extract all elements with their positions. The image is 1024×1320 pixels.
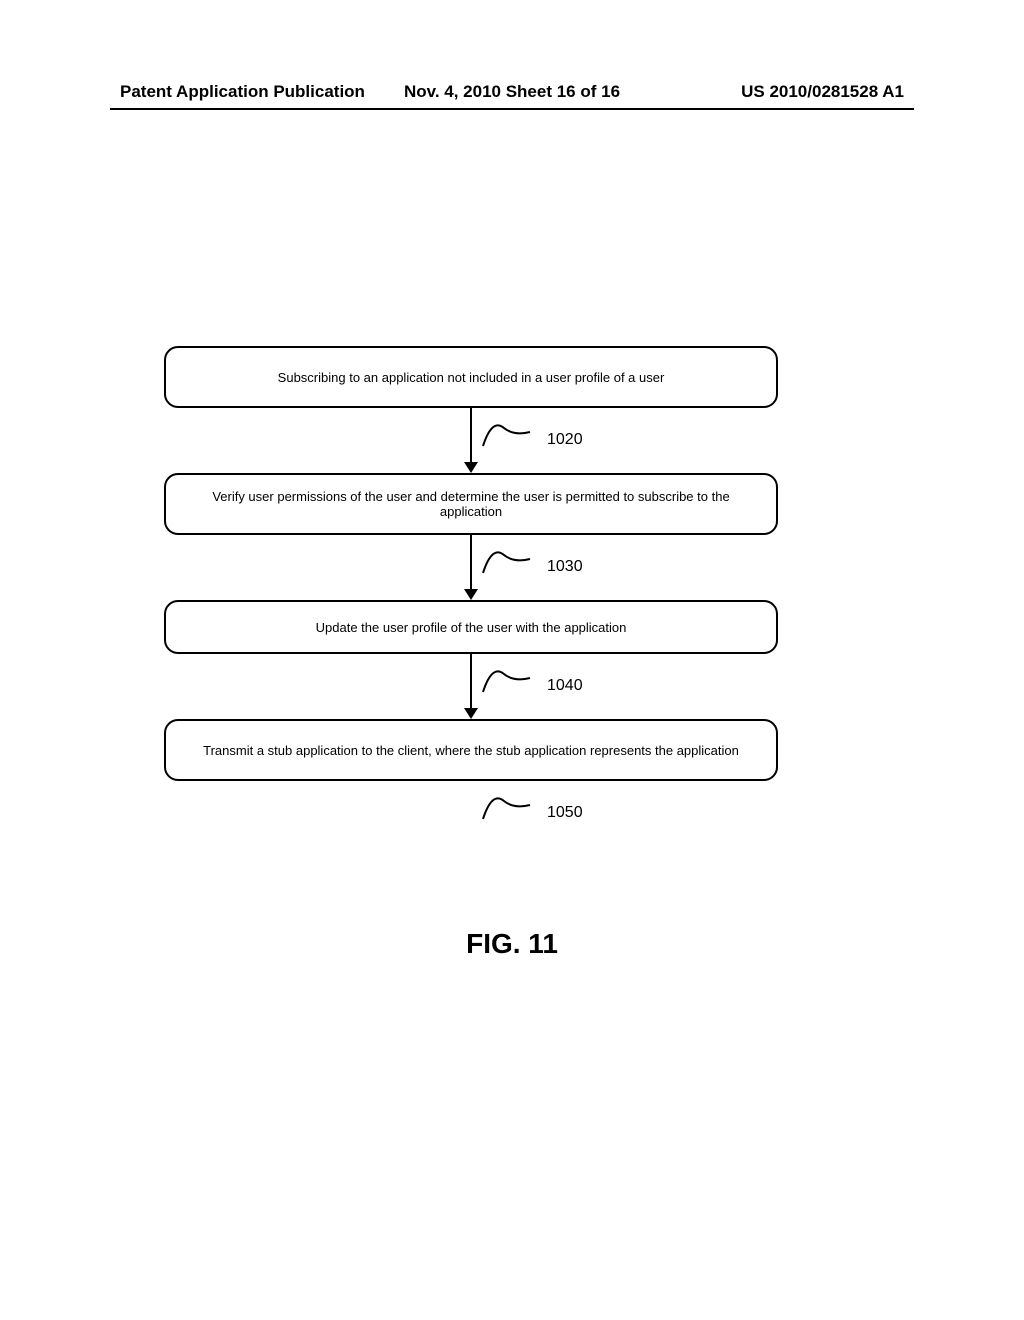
flow-leader-4: 1050 bbox=[164, 781, 778, 831]
patent-page: Patent Application Publication Nov. 4, 2… bbox=[0, 0, 1024, 1320]
flow-step-1020: Subscribing to an application not includ… bbox=[164, 346, 778, 408]
flow-step-1050: Transmit a stub application to the clien… bbox=[164, 719, 778, 781]
flow-step-text: Update the user profile of the user with… bbox=[316, 620, 627, 635]
arrow-line-icon bbox=[470, 654, 472, 709]
arrow-down-icon bbox=[464, 462, 478, 473]
arrow-line-icon bbox=[470, 408, 472, 463]
arrow-down-icon bbox=[464, 708, 478, 719]
leader-icon bbox=[482, 545, 532, 575]
header-publication: Patent Application Publication bbox=[120, 82, 365, 102]
flow-step-text: Transmit a stub application to the clien… bbox=[203, 743, 739, 758]
figure-caption: FIG. 11 bbox=[466, 928, 558, 960]
step-ref-label: 1050 bbox=[547, 804, 583, 822]
flow-arrow-1: 1020 bbox=[164, 408, 778, 478]
flow-arrow-3: 1040 bbox=[164, 654, 778, 724]
header-pub-number: US 2010/0281528 A1 bbox=[741, 82, 904, 102]
leader-icon bbox=[482, 791, 532, 821]
arrow-down-icon bbox=[464, 589, 478, 600]
arrow-line-icon bbox=[470, 535, 472, 590]
step-ref-label: 1020 bbox=[547, 431, 583, 449]
step-ref-label: 1040 bbox=[547, 677, 583, 695]
leader-icon bbox=[482, 418, 532, 448]
flow-step-1040: Update the user profile of the user with… bbox=[164, 600, 778, 654]
step-ref-label: 1030 bbox=[547, 558, 583, 576]
flow-step-text: Subscribing to an application not includ… bbox=[278, 370, 665, 385]
leader-icon bbox=[482, 664, 532, 694]
flow-step-text: Verify user permissions of the user and … bbox=[188, 489, 754, 519]
flow-arrow-2: 1030 bbox=[164, 535, 778, 605]
flow-step-1030: Verify user permissions of the user and … bbox=[164, 473, 778, 535]
header-sheet-info: Nov. 4, 2010 Sheet 16 of 16 bbox=[404, 82, 620, 102]
header-rule bbox=[110, 108, 914, 110]
